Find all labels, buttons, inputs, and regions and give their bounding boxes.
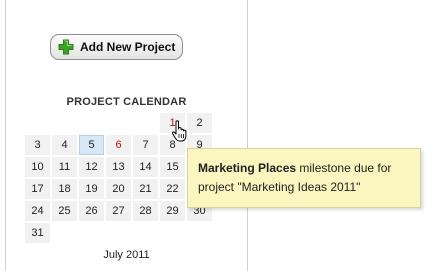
- calendar-day-29[interactable]: 29: [160, 201, 185, 221]
- calendar-day-15[interactable]: 15: [160, 157, 185, 177]
- calendar-month-label: July 2011: [103, 249, 150, 261]
- calendar-day-18[interactable]: 18: [52, 179, 77, 199]
- calendar-day-24[interactable]: 24: [25, 201, 50, 221]
- plus-icon: [58, 39, 74, 55]
- calendar-day-7[interactable]: 7: [133, 135, 158, 155]
- calendar-title: PROJECT CALENDAR: [66, 96, 187, 108]
- calendar-day-6[interactable]: 6: [106, 135, 131, 155]
- calendar-day-22[interactable]: 22: [160, 179, 185, 199]
- calendar-day-26[interactable]: 26: [79, 201, 104, 221]
- tooltip-line2: project "Marketing Ideas 2011": [198, 180, 361, 194]
- hand-pointer-icon: [171, 120, 191, 144]
- tooltip-line1-rest: milestone due for: [296, 161, 392, 175]
- calendar-day-14[interactable]: 14: [133, 157, 158, 177]
- calendar-day-21[interactable]: 21: [133, 179, 158, 199]
- calendar-day-20[interactable]: 20: [106, 179, 131, 199]
- calendar-day-13[interactable]: 13: [106, 157, 131, 177]
- calendar-day-28[interactable]: 28: [133, 201, 158, 221]
- calendar-day-3[interactable]: 3: [25, 135, 50, 155]
- calendar-day-25[interactable]: 25: [52, 201, 77, 221]
- calendar-day-27[interactable]: 27: [106, 201, 131, 221]
- canvas: Add New Project PROJECT CALENDAR 12 34567…: [0, 0, 429, 271]
- tooltip-milestone-name: Marketing Places: [198, 161, 297, 175]
- calendar-day-17[interactable]: 17: [25, 179, 50, 199]
- calendar-day-19[interactable]: 19: [79, 179, 104, 199]
- milestone-tooltip: Marketing Places milestone due for proje…: [187, 148, 421, 208]
- add-new-project-button[interactable]: Add New Project: [50, 34, 183, 60]
- calendar-day-31[interactable]: 31: [25, 223, 50, 243]
- add-new-project-label: Add New Project: [80, 40, 176, 54]
- calendar-day-11[interactable]: 11: [52, 157, 77, 177]
- calendar-day-12[interactable]: 12: [79, 157, 104, 177]
- calendar-day-5[interactable]: 5: [79, 135, 104, 155]
- calendar-day-4[interactable]: 4: [52, 135, 77, 155]
- calendar-day-10[interactable]: 10: [25, 157, 50, 177]
